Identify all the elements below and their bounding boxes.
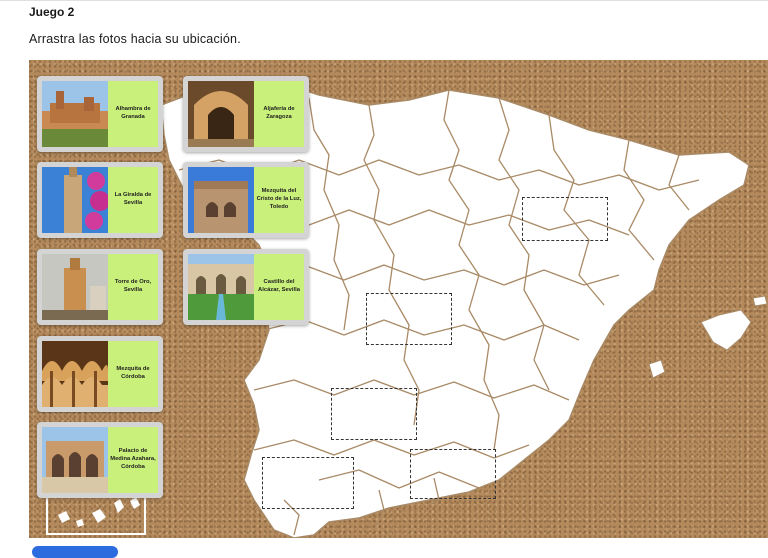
card-label: La Giralda de Sevilla — [108, 167, 158, 233]
card-torre-oro[interactable]: Torre de Oro, Sevilla — [37, 249, 163, 325]
canary-islands-icon — [58, 497, 140, 527]
aljaferia-photo-icon — [188, 81, 254, 147]
card-aljaferia[interactable]: Aljafería de Zaragoza — [183, 76, 309, 152]
medina-azahara-photo-icon — [42, 427, 108, 493]
drop-zone-1[interactable] — [522, 197, 608, 241]
card-label: Mezquita de Córdoba — [108, 341, 158, 407]
card-label: Castillo del Alcázar, Sevilla — [254, 254, 304, 320]
card-mezquita-cordoba[interactable]: Mezquita de Córdoba — [37, 336, 163, 412]
drop-zone-2[interactable] — [366, 293, 452, 345]
cork-board: Alhambra de Granada La Giralda de Sevill… — [29, 60, 768, 538]
page-title: Juego 2 — [29, 5, 75, 19]
balearic-ibiza — [648, 359, 666, 379]
card-label: Alhambra de Granada — [108, 81, 158, 147]
cristo-luz-photo-icon — [188, 167, 254, 233]
drop-zone-4[interactable] — [410, 449, 496, 499]
card-alhambra[interactable]: Alhambra de Granada — [37, 76, 163, 152]
balearic-mallorca — [700, 309, 752, 351]
alcazar-photo-icon — [188, 254, 254, 320]
top-divider — [0, 0, 768, 1]
card-medina-azahara[interactable]: Palacio de Medina Azahara, Córdoba — [37, 422, 163, 498]
giralda-photo-icon — [42, 167, 108, 233]
drop-zone-5[interactable] — [262, 457, 354, 509]
torre-oro-photo-icon — [42, 254, 108, 320]
card-label: Palacio de Medina Azahara, Córdoba — [108, 427, 158, 493]
alhambra-photo-icon — [42, 81, 108, 147]
card-label: Mezquita del Cristo de la Luz, Toledo — [254, 167, 304, 233]
instructions-text: Arrastra las fotos hacia su ubicación. — [29, 32, 241, 46]
card-label: Torre de Oro, Sevilla — [108, 254, 158, 320]
next-button[interactable] — [32, 546, 118, 558]
drop-zone-3[interactable] — [331, 388, 417, 440]
card-giralda[interactable]: La Giralda de Sevilla — [37, 162, 163, 238]
mezquita-photo-icon — [42, 341, 108, 407]
card-cristo-luz[interactable]: Mezquita del Cristo de la Luz, Toledo — [183, 162, 309, 238]
balearic-menorca — [752, 295, 768, 307]
card-alcazar[interactable]: Castillo del Alcázar, Sevilla — [183, 249, 309, 325]
card-label: Aljafería de Zaragoza — [254, 81, 304, 147]
